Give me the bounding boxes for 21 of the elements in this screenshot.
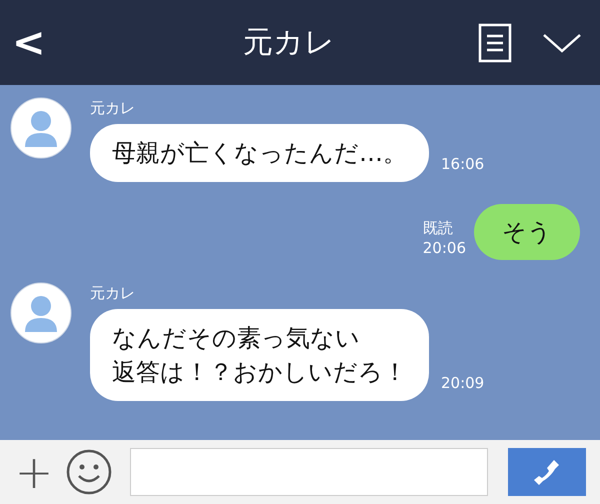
message-time: 20:09 — [441, 373, 484, 394]
chevron-down-icon[interactable] — [542, 32, 582, 54]
sender-name: 元カレ — [90, 99, 136, 118]
message-text: 母親が亡くなったんだ…。 — [112, 138, 407, 169]
add-button[interactable]: + — [14, 449, 54, 495]
avatar-icon — [10, 97, 72, 159]
message-bubble: そう — [474, 204, 580, 260]
sender-name: 元カレ — [90, 284, 136, 303]
avatar-icon — [10, 282, 72, 344]
back-button[interactable]: < — [0, 20, 60, 66]
call-button[interactable] — [508, 448, 586, 496]
menu-icon[interactable] — [478, 22, 512, 62]
chat-title: 元カレ — [242, 24, 336, 62]
message-text: 返答は！？おかしいだろ！ — [112, 357, 407, 388]
phone-icon — [532, 457, 562, 487]
message-time: 16:06 — [441, 154, 484, 175]
smiley-icon[interactable] — [66, 449, 112, 495]
read-receipt: 既読 — [422, 218, 454, 238]
message-input[interactable] — [130, 448, 488, 496]
message-time: 20:06 — [422, 238, 466, 258]
message-text: なんだその素っ気ない — [112, 323, 361, 354]
